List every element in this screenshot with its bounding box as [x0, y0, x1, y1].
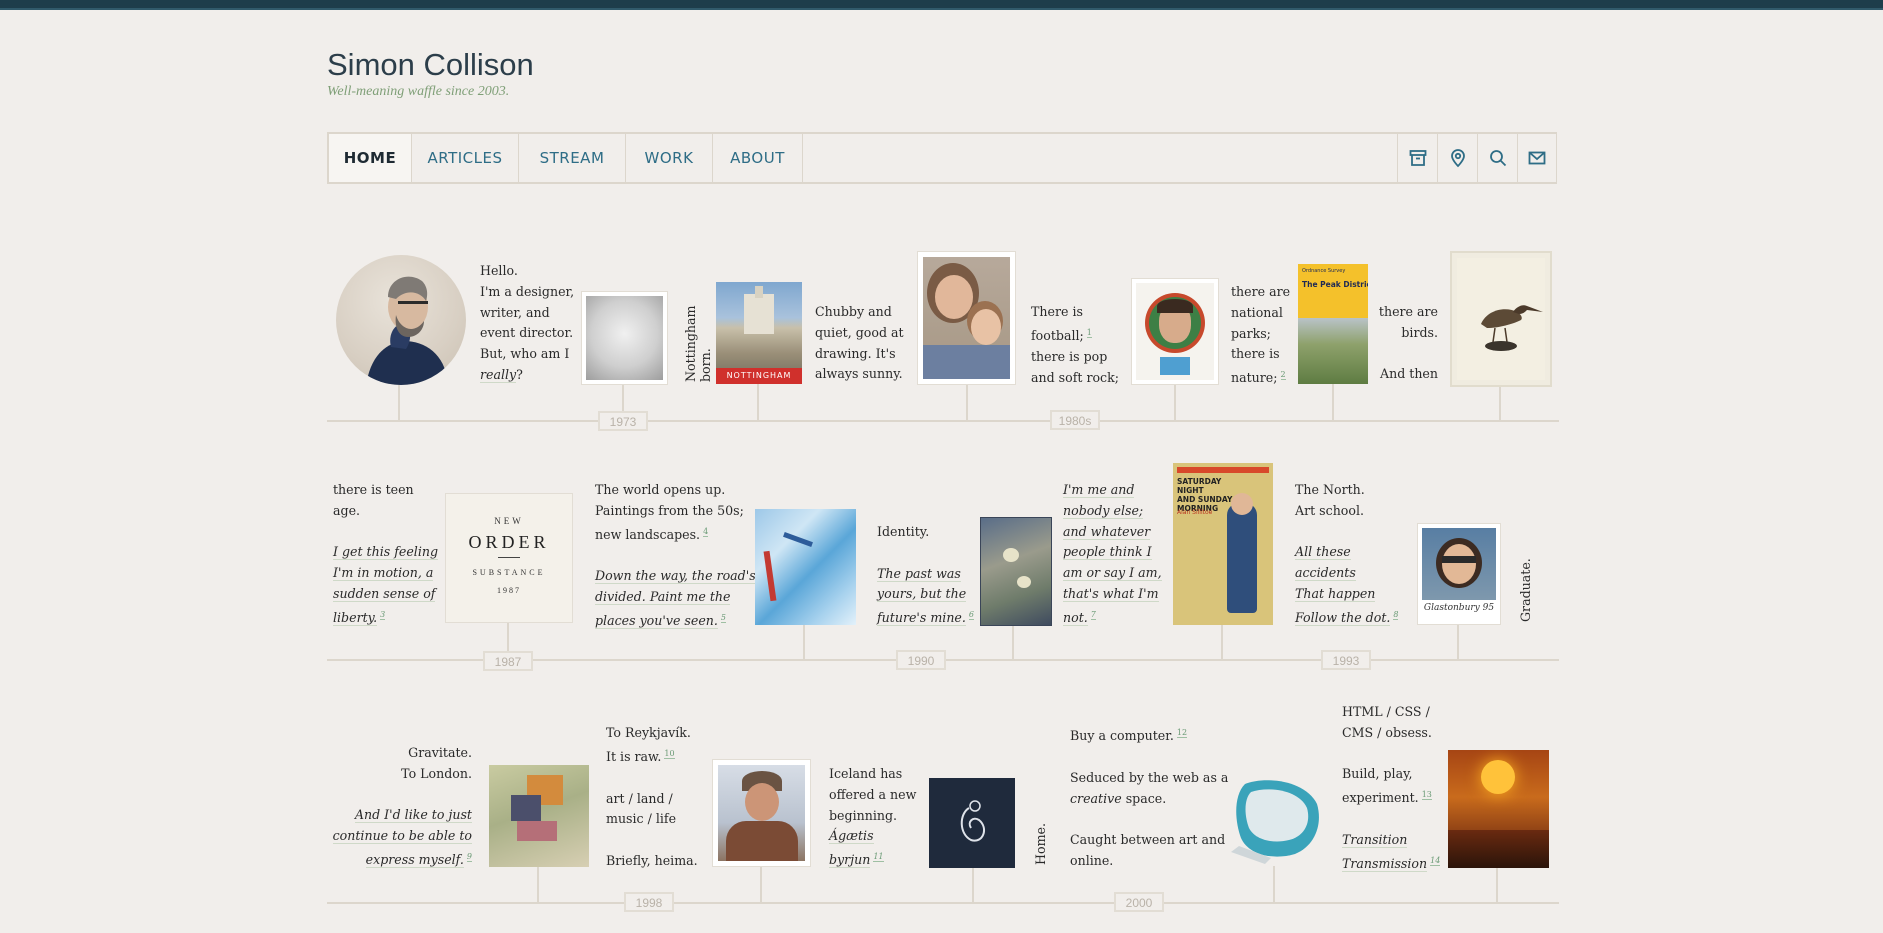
birds-text: there are birds. And then [1378, 304, 1438, 382]
timeline-tick [803, 624, 805, 660]
graduate-label: Graduate. [1518, 558, 1533, 622]
timeline-tick [760, 866, 762, 903]
nav-stream[interactable]: STREAM [519, 134, 626, 182]
timeline-tick [757, 384, 759, 421]
timeline-tick [1496, 866, 1498, 903]
html-css-text: HTML / CSS / CMS / obsess. Build, play, … [1342, 704, 1441, 872]
me-text: I'm me and nobody else; and whatever peo… [1063, 482, 1162, 626]
nav-about[interactable]: ABOUT [713, 134, 803, 182]
sigur-ros-album [929, 778, 1015, 868]
stone-roses-album [980, 517, 1052, 626]
snow-portrait [713, 760, 810, 866]
year-marker: 1987 [483, 651, 533, 671]
search-icon[interactable] [1477, 134, 1517, 182]
year-marker: 1998 [624, 892, 674, 912]
timeline-tick [972, 866, 974, 903]
identity-text: Identity. The past was yours, but the fu… [877, 524, 974, 627]
timeline-tick [1012, 624, 1014, 660]
nav-home[interactable]: HOME [327, 134, 412, 182]
timeline-tick [1273, 866, 1275, 903]
timeline-tick [537, 866, 539, 903]
gravitate-text: Gravitate. To London. And I'd like to ju… [332, 745, 472, 869]
timeline-tick [1457, 624, 1459, 660]
nav-articles[interactable]: ARTICLES [412, 134, 519, 182]
teen-text: there is teen age. I get this feeling I'… [333, 482, 439, 626]
nottingham-caption: NOTTINGHAM [716, 368, 802, 384]
site-tagline: Well-meaning waffle since 2003. [327, 84, 510, 99]
iceland-text: Iceland has offered a new beginning. Ágæ… [829, 766, 917, 869]
timeline-tick [966, 384, 968, 421]
location-pin-icon[interactable] [1437, 134, 1477, 182]
sun-painting [1448, 750, 1549, 868]
year-marker: 2000 [1114, 892, 1164, 912]
peak-district-map: Ordnance Survey The Peak District [1298, 264, 1368, 384]
football-text: There is football; 1 there is pop and sof… [1031, 304, 1119, 385]
year-marker: 1980s [1050, 410, 1100, 430]
timeline-tick [1174, 384, 1176, 421]
bird-print [1452, 253, 1550, 385]
chubby-text: Chubby and quiet, good at drawing. It's … [815, 304, 904, 382]
intro-text: Hello. I'm a designer, writer, and event… [480, 263, 575, 383]
mail-icon[interactable] [1517, 134, 1557, 182]
nav-work[interactable]: WORK [626, 134, 713, 182]
nottingham-born-label: Nottingham born. [683, 305, 713, 383]
top-accent-bar [0, 0, 1883, 10]
timeline-tick [398, 383, 400, 421]
world-text: The world opens up. Paintings from the 5… [595, 482, 756, 630]
north-text: The North. Art school. All these acciden… [1295, 482, 1399, 626]
year-marker: 1993 [1321, 650, 1371, 670]
computer-text: Buy a computer. 12 Seduced by the web as … [1070, 728, 1229, 868]
timeline-tick [1221, 624, 1223, 660]
timeline-rule [327, 902, 1559, 904]
timeline-tick [1332, 384, 1334, 421]
new-order-album: NEW ORDER SUBSTANCE 1987 [446, 494, 572, 622]
main-navigation: HOME ARTICLES STREAM WORK ABOUT [327, 132, 1557, 184]
baby-photo [582, 292, 667, 384]
archive-icon[interactable] [1397, 134, 1437, 182]
avatar [336, 255, 466, 385]
home-label: Home. [1033, 823, 1048, 865]
imac-computer [1225, 774, 1325, 869]
family-photo [918, 252, 1015, 384]
glastonbury-polaroid: Glastonbury 95 [1418, 524, 1500, 624]
timeline-tick [1499, 384, 1501, 421]
abstract-painting [489, 765, 589, 867]
saturday-night-book: SATURDAY NIGHT AND SUNDAY MORNING Alan S… [1173, 463, 1273, 625]
football-card [1132, 279, 1218, 384]
year-marker: 1990 [896, 650, 946, 670]
reykjavik-text: To Reykjavík. It is raw. 10 art / land / … [606, 725, 698, 868]
site-title[interactable]: Simon Collison [327, 47, 534, 83]
blue-painting [755, 509, 856, 625]
nottingham-photo: NOTTINGHAM [716, 282, 802, 384]
parks-text: there are national parks; there is natur… [1231, 284, 1291, 386]
timeline-rule [327, 420, 1559, 422]
year-marker: 1973 [598, 411, 648, 431]
